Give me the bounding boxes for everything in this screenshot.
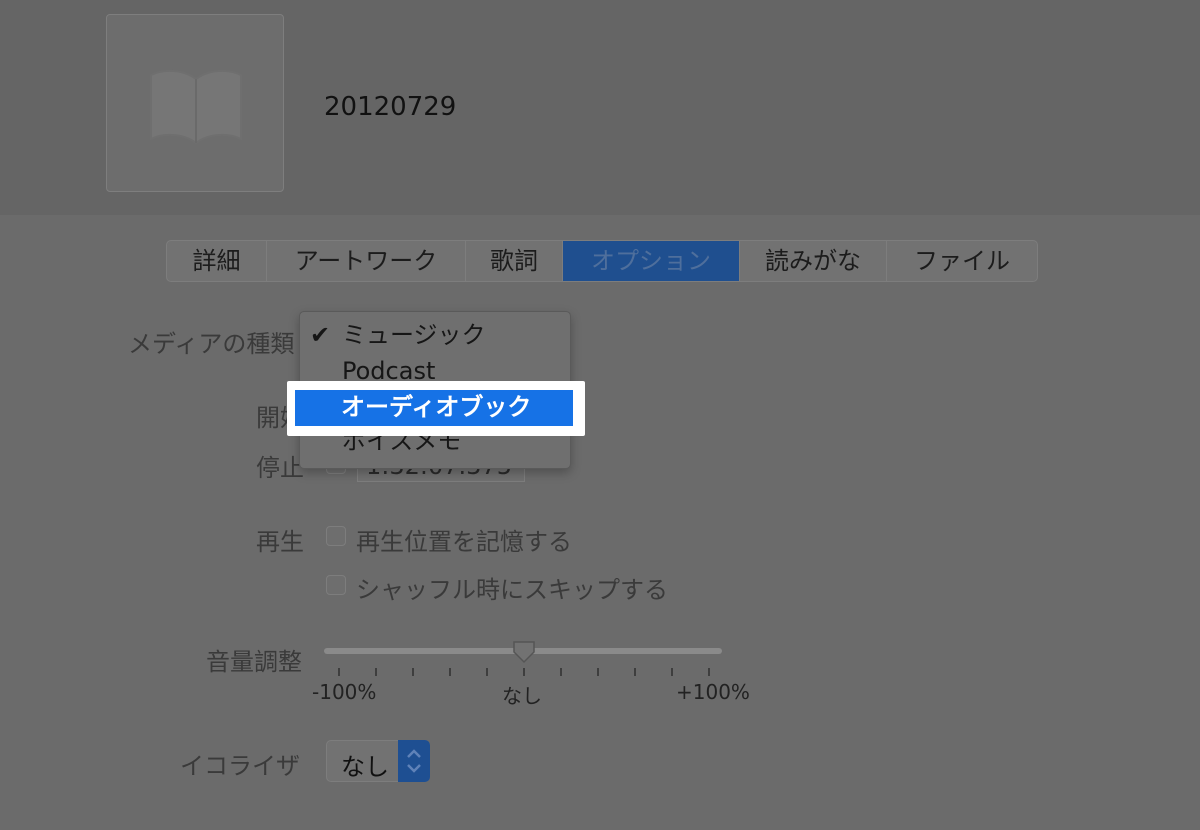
stop-label: 停止 [256,454,304,482]
remember-position-label: 再生位置を記憶する [356,528,572,556]
volume-mid-label: なし [502,684,542,708]
volume-tick [338,668,340,676]
menu-item-music[interactable]: ✔ ミュージック [300,318,570,353]
volume-tick [634,668,636,676]
volume-min-label: -100% [312,680,377,704]
tab-sorting[interactable]: 読みがな [740,241,887,281]
tab-file[interactable]: ファイル [887,241,1037,281]
open-book-icon [150,69,242,145]
skip-shuffle-checkbox[interactable] [326,575,346,595]
header-area: 20120729 [0,0,1200,215]
menu-item-audiobook[interactable]: オーディオブック [295,390,573,426]
volume-tick [375,668,377,676]
volume-tick [671,668,673,676]
playback-label: 再生 [256,528,304,556]
volume-tick [708,668,710,676]
volume-max-label: +100% [676,680,750,704]
artwork-placeholder[interactable] [106,14,284,192]
volume-tick [486,668,488,676]
skip-shuffle-label: シャッフル時にスキップする [356,576,668,604]
equalizer-value: なし [341,753,389,781]
volume-tick [523,668,525,676]
checkmark-icon: ✔ [310,321,331,349]
chevron-updown-icon[interactable] [398,740,430,782]
volume-tick [560,668,562,676]
equalizer-select[interactable]: なし [326,740,430,782]
tab-details[interactable]: 詳細 [167,241,267,281]
remember-position-checkbox[interactable] [326,526,346,546]
volume-tick [597,668,599,676]
media-kind-label: メディアの種類 [128,330,295,358]
tab-options[interactable]: オプション [563,241,740,281]
tab-lyrics[interactable]: 歌詞 [466,241,563,281]
volume-label: 音量調整 [206,648,302,676]
volume-tick [412,668,414,676]
track-title: 20120729 [324,92,457,122]
tab-bar: 詳細 アートワーク 歌詞 オプション 読みがな ファイル [166,240,1038,282]
volume-slider-thumb[interactable] [512,640,536,664]
tab-artwork[interactable]: アートワーク [267,241,466,281]
equalizer-label: イコライザ [180,752,300,780]
volume-tick [449,668,451,676]
